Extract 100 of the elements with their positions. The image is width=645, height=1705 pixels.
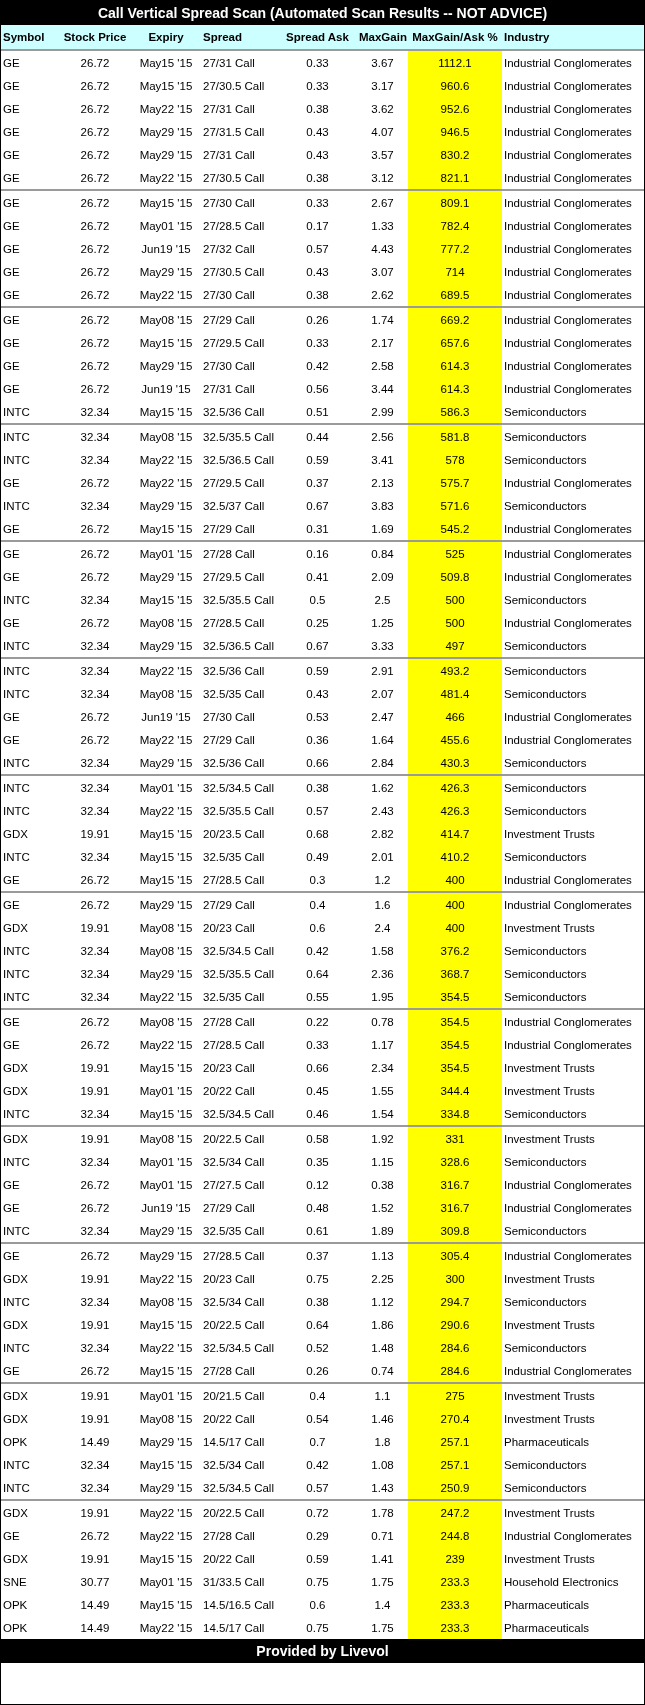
- table-cell: 2.5: [357, 588, 408, 611]
- table-cell-text: GE: [2, 358, 21, 374]
- table-cell-text: 27/31.5 Call: [202, 124, 266, 140]
- table-cell: 294.7: [408, 1290, 502, 1313]
- table-cell: Semiconductors: [502, 751, 644, 775]
- table-cell-text: Jun19 '15: [140, 381, 192, 397]
- table-cell-text: 32.34: [79, 686, 111, 702]
- table-cell-text: 0.75: [305, 1620, 330, 1636]
- table-cell-text: OPK: [2, 1434, 29, 1450]
- table-cell: 414.7: [408, 822, 502, 845]
- table-cell-text: May29 '15: [138, 1434, 194, 1450]
- table-cell-text: INTC: [2, 966, 31, 982]
- table-cell-text: 26.72: [79, 1037, 111, 1053]
- table-cell-text: May22 '15: [138, 1340, 194, 1356]
- table-cell-text: May22 '15: [138, 1271, 194, 1287]
- table-cell: Investment Trusts: [502, 1547, 644, 1570]
- table-cell-text: 26.72: [79, 1177, 111, 1193]
- table-cell-text: 0.53: [305, 709, 330, 725]
- table-cell: May01 '15: [131, 541, 201, 565]
- table-cell: 0.74: [357, 1359, 408, 1383]
- table-cell: Semiconductors: [502, 799, 644, 822]
- table-cell: 2.62: [357, 283, 408, 307]
- table-cell-text: 32.5/34.5 Call: [202, 943, 275, 959]
- table-cell: 32.34: [59, 751, 131, 775]
- table-cell-text: 27/30 Call: [202, 358, 256, 374]
- table-cell: 614.3: [408, 377, 502, 400]
- table-cell-text: May22 '15: [138, 1037, 194, 1053]
- table-cell: Investment Trusts: [502, 1126, 644, 1150]
- table-cell: 334.8: [408, 1102, 502, 1126]
- table-cell-text: 27/30.5 Call: [202, 264, 266, 280]
- table-cell: May15 '15: [131, 50, 201, 74]
- table-cell-text: 26.72: [79, 335, 111, 351]
- table-cell-text: GE: [2, 1200, 21, 1216]
- table-cell-text: 27/28 Call: [202, 1528, 256, 1544]
- table-cell-text: 32.5/34 Call: [202, 1294, 266, 1310]
- table-cell: 426.3: [408, 775, 502, 799]
- table-cell: 1.33: [357, 214, 408, 237]
- table-cell: 26.72: [59, 892, 131, 916]
- table-cell: 0.26: [278, 307, 357, 331]
- table-cell: INTC: [1, 1219, 59, 1243]
- table-cell: Semiconductors: [502, 1102, 644, 1126]
- table-cell: May01 '15: [131, 775, 201, 799]
- table-cell-text: GE: [2, 732, 21, 748]
- table-cell: 0.58: [278, 1126, 357, 1150]
- table-cell: 27/28 Call: [201, 1009, 278, 1033]
- table-cell: 1.75: [357, 1616, 408, 1639]
- table-cell: 354.5: [408, 1033, 502, 1056]
- table-cell: 309.8: [408, 1219, 502, 1243]
- table-cell-text: 0.6: [308, 920, 327, 936]
- table-cell: 300: [408, 1267, 502, 1290]
- table-cell-text: INTC: [2, 849, 31, 865]
- table-cell-text: 26.72: [79, 475, 111, 491]
- table-cell-text: 32.5/34 Call: [202, 1457, 266, 1473]
- table-cell-text: May15 '15: [138, 1317, 194, 1333]
- table-cell-text: 32.34: [79, 803, 111, 819]
- table-cell: GDX: [1, 1383, 59, 1407]
- table-cell-text: 14.49: [79, 1434, 111, 1450]
- table-cell: 2.99: [357, 400, 408, 424]
- table-cell: 32.5/36.5 Call: [201, 634, 278, 658]
- table-cell-text: 27/29.5 Call: [202, 475, 266, 491]
- table-cell-text: 32.5/35 Call: [202, 849, 266, 865]
- table-cell: INTC: [1, 658, 59, 682]
- table-cell: 27/29 Call: [201, 892, 278, 916]
- table-cell-text: 26.72: [79, 147, 111, 163]
- table-cell: May29 '15: [131, 1243, 201, 1267]
- table-cell-text: GE: [2, 124, 21, 140]
- table-cell: May15 '15: [131, 400, 201, 424]
- table-cell-text: 26.72: [79, 218, 111, 234]
- table-cell: INTC: [1, 634, 59, 658]
- table-cell-text: May22 '15: [138, 101, 194, 117]
- table-cell-text: 0.56: [305, 381, 330, 397]
- table-cell-text: May29 '15: [138, 264, 194, 280]
- table-cell: 1.15: [357, 1150, 408, 1173]
- table-cell: May22 '15: [131, 658, 201, 682]
- table-cell: 27/31 Call: [201, 50, 278, 74]
- table-cell: GE: [1, 307, 59, 331]
- table-cell: 284.6: [408, 1336, 502, 1359]
- table-cell: Pharmaceuticals: [502, 1616, 644, 1639]
- table-cell: Investment Trusts: [502, 1313, 644, 1336]
- table-cell: 2.25: [357, 1267, 408, 1290]
- table-cell: Industrial Conglomerates: [502, 143, 644, 166]
- table-cell: Semiconductors: [502, 494, 644, 517]
- table-cell: 571.6: [408, 494, 502, 517]
- table-cell-text: 32.34: [79, 1340, 111, 1356]
- table-cell: 0.67: [278, 634, 357, 658]
- table-cell: 368.7: [408, 962, 502, 985]
- table-cell: 26.72: [59, 541, 131, 565]
- table-cell-text: 0.7: [308, 1434, 327, 1450]
- table-cell: Industrial Conglomerates: [502, 74, 644, 97]
- table-cell: 32.5/36 Call: [201, 400, 278, 424]
- table-cell-text: 32.5/36.5 Call: [202, 452, 275, 468]
- table-cell: 3.83: [357, 494, 408, 517]
- table-cell: GE: [1, 868, 59, 892]
- table-cell: Semiconductors: [502, 1453, 644, 1476]
- table-cell: 0.44: [278, 424, 357, 448]
- table-cell: 525: [408, 541, 502, 565]
- table-cell-text: 0.33: [305, 1037, 330, 1053]
- table-cell: 1112.1: [408, 50, 502, 74]
- table-cell: 466: [408, 705, 502, 728]
- table-cell: 233.3: [408, 1570, 502, 1593]
